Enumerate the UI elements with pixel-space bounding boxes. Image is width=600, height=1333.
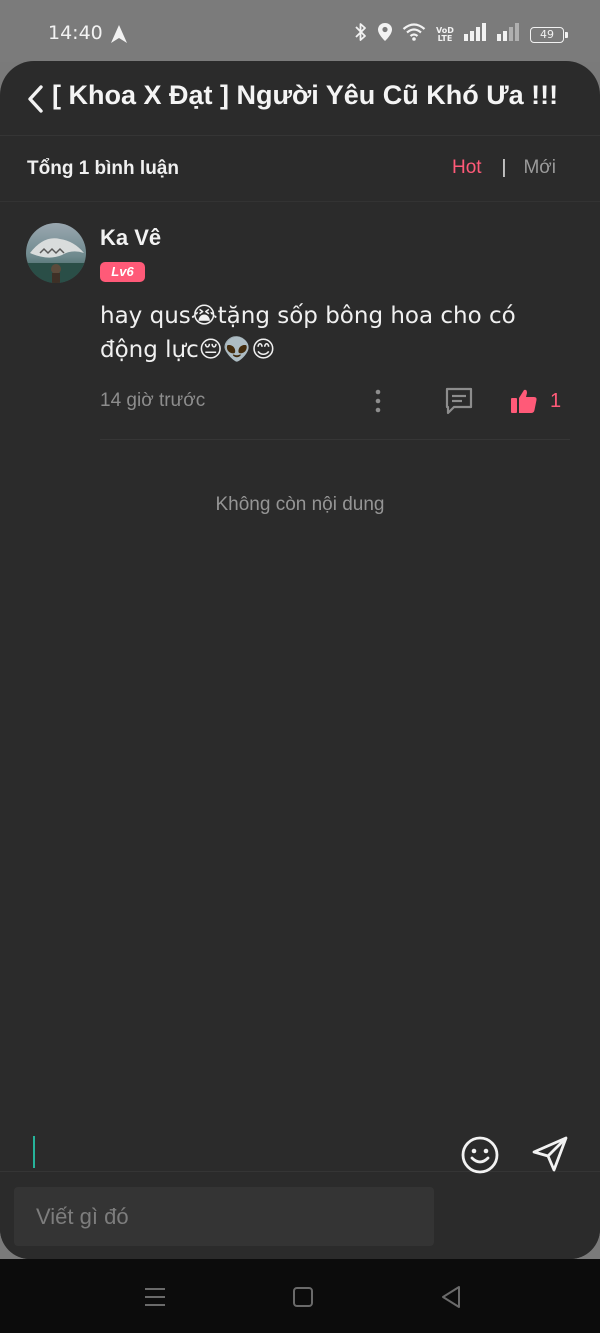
- navigation-arrow-icon: [110, 24, 128, 49]
- end-of-list-text: Không còn nội dung: [215, 494, 385, 515]
- system-navigation-bar: [0, 1259, 600, 1333]
- sort-new-tab[interactable]: Mới: [523, 157, 556, 179]
- status-time: 14:40: [48, 22, 103, 44]
- system-back-button[interactable]: [437, 1283, 465, 1311]
- home-button[interactable]: [289, 1283, 317, 1311]
- sort-separator: |: [501, 157, 507, 178]
- avatar[interactable]: [26, 223, 86, 283]
- comment-timestamp: 14 giờ trước: [100, 390, 206, 411]
- volte-label-bottom: LTE: [437, 33, 453, 43]
- comment-input-bar: [0, 1171, 600, 1259]
- back-button[interactable]: [24, 81, 48, 117]
- thumbs-up-icon: [511, 389, 537, 413]
- emoji-button[interactable]: [460, 1135, 500, 1175]
- chevron-left-icon: [28, 85, 43, 113]
- menu-icon: [145, 1288, 165, 1306]
- like-count: 1: [550, 389, 562, 412]
- sort-hot-tab[interactable]: Hot: [452, 157, 482, 179]
- bluetooth-icon: [354, 22, 368, 47]
- square-icon: [293, 1287, 313, 1307]
- send-button[interactable]: [530, 1134, 570, 1174]
- status-bar: 14:40 VoD LTE 49: [0, 0, 600, 62]
- location-icon: [377, 22, 393, 47]
- comments-summary-bar: Tổng 1 bình luận Hot | Mới: [0, 135, 600, 202]
- page-title: [ Khoa X Đạt ] Người Yêu Cũ Khó Ưa !!!: [52, 80, 559, 110]
- sort-switch: Hot | Mới: [452, 157, 556, 179]
- reply-button[interactable]: [443, 386, 475, 416]
- wifi-icon: [402, 23, 426, 46]
- signal-icon: [497, 23, 521, 46]
- comment-bubble-icon: [445, 387, 473, 415]
- comment-count: Tổng 1 bình luận: [27, 158, 179, 179]
- level-badge: Lv6: [100, 262, 145, 282]
- more-options-button[interactable]: [368, 387, 388, 415]
- volte-icon: VoD LTE: [435, 26, 455, 43]
- battery-icon: 49: [530, 26, 568, 43]
- comment-input[interactable]: [14, 1187, 434, 1246]
- comment-item: Ka Vê Lv6 hay qus😭tặng sốp bông hoa cho …: [0, 201, 600, 441]
- like-button[interactable]: 1: [510, 385, 570, 417]
- triangle-back-icon: [442, 1286, 460, 1308]
- text-cursor: [33, 1136, 35, 1168]
- header: [ Khoa X Đạt ] Người Yêu Cũ Khó Ưa !!!: [0, 61, 600, 136]
- recent-apps-button[interactable]: [141, 1283, 169, 1311]
- send-icon: [532, 1136, 568, 1172]
- smiley-icon: [461, 1136, 499, 1174]
- comment-text: hay qus😭tặng sốp bông hoa cho có động lự…: [100, 303, 516, 363]
- comment-author[interactable]: Ka Vê: [100, 225, 161, 251]
- more-vertical-icon: [375, 389, 381, 413]
- comment-divider: [100, 439, 570, 440]
- comments-sheet: [ Khoa X Đạt ] Người Yêu Cũ Khó Ưa !!! T…: [0, 61, 600, 1259]
- battery-level: 49: [540, 28, 554, 41]
- signal-icon: [464, 23, 488, 46]
